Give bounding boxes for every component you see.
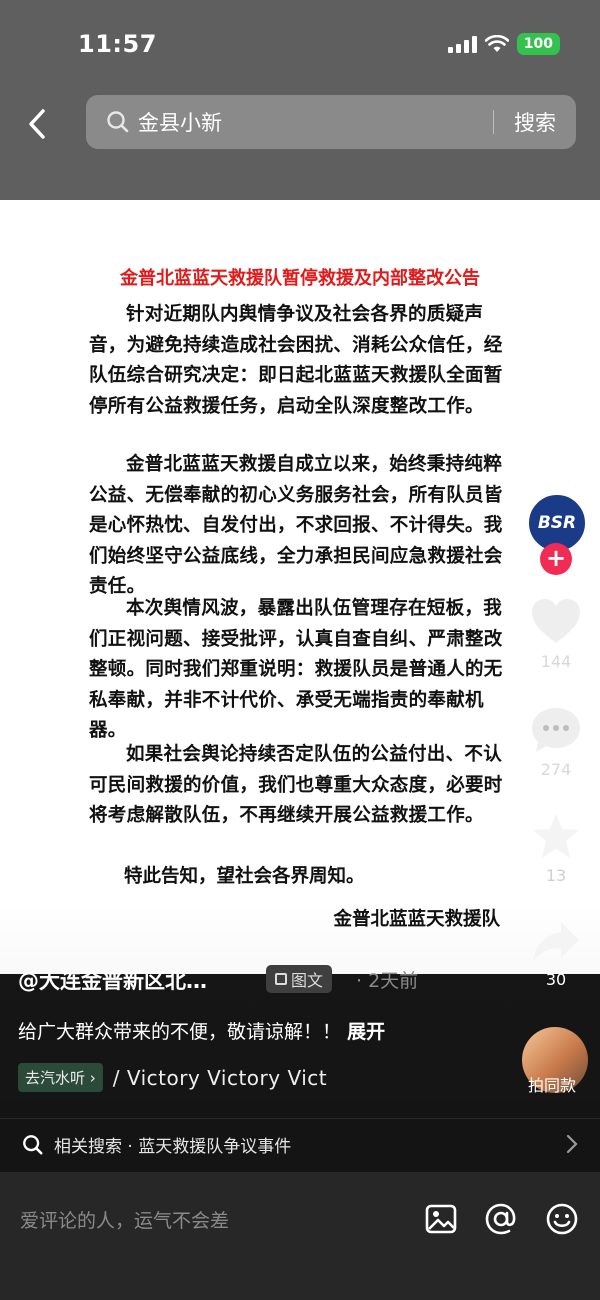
chevron-left-icon [29,109,45,139]
header: 11:57 100 金县小新 搜索 [0,0,600,200]
share-button[interactable]: 30 [520,920,592,989]
share-arrow-icon [533,922,579,962]
emoji-icon[interactable] [545,1202,579,1236]
favorite-button[interactable]: 13 [520,812,592,885]
comment-button[interactable]: 274 [520,706,592,779]
post-caption[interactable]: 给广大群众带来的不便，敬请谅解！！ 展开 [18,1017,385,1044]
search-bar[interactable]: 金县小新 搜索 [86,95,576,149]
share-count: 30 [545,970,567,989]
like-count: 144 [540,652,572,671]
mention-at-icon[interactable] [484,1202,518,1236]
same-style-label[interactable]: 拍同款 [528,1072,576,1096]
post-type-label: 图文 [291,971,324,990]
notice-title: 金普北蓝蓝天救援队暂停救援及内部整改公告 [120,268,480,289]
search-icon [107,111,129,133]
notice-paragraph: 本次舆情风波，暴露出队伍管理存在短板，我们正视问题、接受批评，认真自查自纠、严肃… [89,598,503,741]
music-title: / Victory Victory Vict [112,1065,328,1090]
search-button[interactable]: 搜索 [494,107,576,137]
status-icons: 100 [447,33,560,55]
author-name[interactable]: @大连金普新区北… [18,965,207,995]
comment-input[interactable]: 爱评论的人，运气不会差 [20,1206,229,1233]
caption-text: 给广大群众带来的不便，敬请谅解！！ [18,1021,342,1043]
music-row[interactable]: 去汽水听 › / Victory Victory Vict [18,1063,327,1092]
chevron-right-icon [566,1134,578,1154]
notice-document[interactable]: 金普北蓝蓝天救援队暂停救援及内部整改公告 针对近期队内舆情争议及社会各界的质疑声… [0,200,600,1174]
notice-closing: 特此告知，望社会各界周知。 [124,866,365,887]
search-icon [23,1134,43,1155]
wifi-icon [484,35,509,52]
search-input[interactable]: 金县小新 [138,107,493,137]
avatar-logo-text: BSR [537,513,577,533]
battery-indicator: 100 [516,33,560,55]
comment-count: 274 [540,760,572,779]
related-search-text: 相关搜索 · 蓝天救援队争议事件 [54,1137,292,1157]
star-icon [533,814,579,858]
expand-link[interactable]: 展开 [347,1021,385,1043]
post-type-badge: 图文 [266,965,333,993]
comment-bubble-icon [532,708,580,752]
favorite-count: 13 [545,866,567,885]
notice-paragraph: 如果社会舆论持续否定队伍的公益付出、不认可民间救援的价值，我们也尊重大众态度，必… [89,744,503,826]
back-button[interactable] [22,104,52,144]
status-time: 11:57 [78,30,157,58]
listen-in-app-tag[interactable]: 去汽水听 › [18,1063,103,1092]
notice-signature: 金普北蓝蓝天救援队 [333,909,500,930]
comment-bar: 爱评论的人，运气不会差 [0,1172,600,1300]
notice-paragraph: 金普北蓝蓝天救援自成立以来，始终秉持纯粹公益、无偿奉献的初心义务服务社会，所有队… [89,454,503,597]
image-picker-icon[interactable] [424,1202,458,1236]
post-time: · 2天前 [356,970,419,992]
follow-button[interactable]: + [540,543,572,575]
like-button[interactable]: 144 [520,598,592,671]
image-post-icon [275,973,287,985]
related-search-bar[interactable]: 相关搜索 · 蓝天救援队争议事件 [0,1118,600,1170]
heart-icon [532,599,580,643]
signal-icon [447,35,477,53]
notice-paragraph: 针对近期队内舆情争议及社会各界的质疑声音，为避免持续造成社会困扰、消耗公众信任，… [89,304,503,417]
